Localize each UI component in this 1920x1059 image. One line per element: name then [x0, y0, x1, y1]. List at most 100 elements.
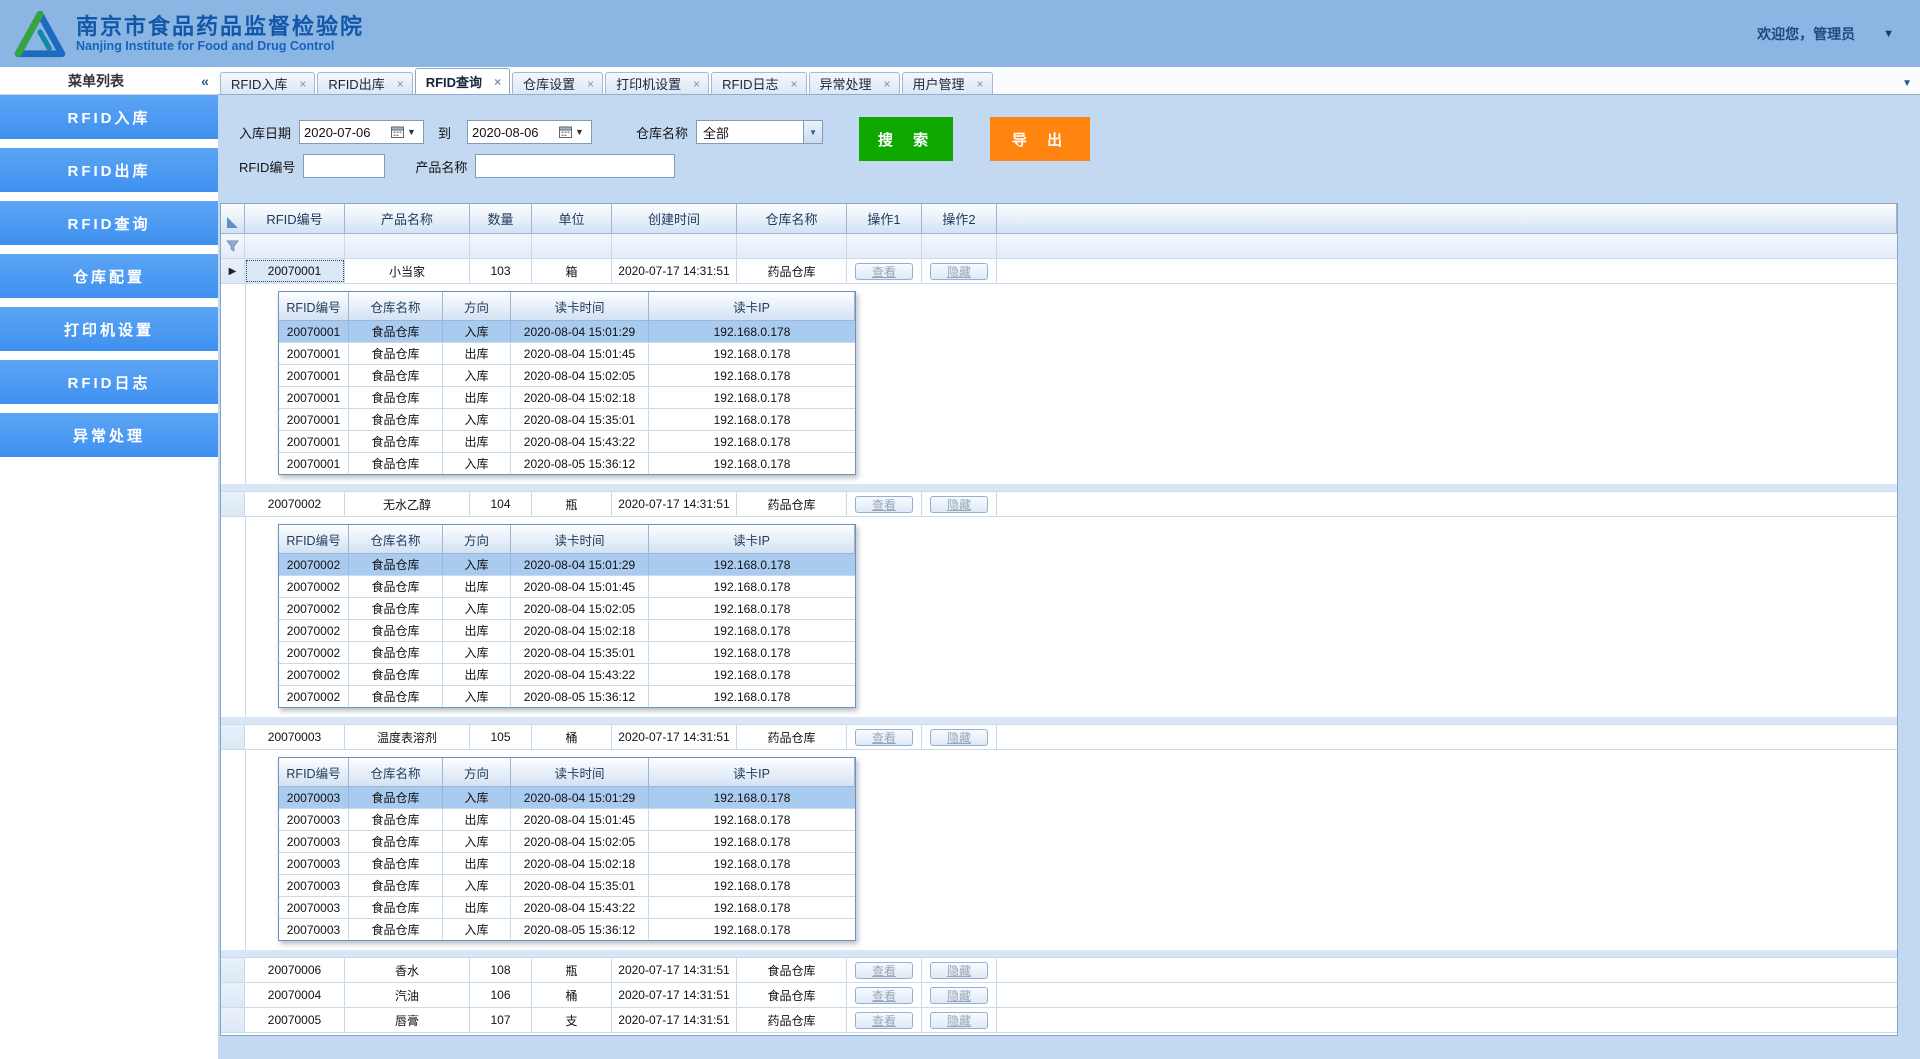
detail-row[interactable]: 20070003食品仓库出库2020-08-04 15:43:22192.168…: [279, 897, 855, 919]
sidebar-item-rfid-out[interactable]: RFID出库: [0, 148, 218, 192]
detail-row[interactable]: 20070001食品仓库入库2020-08-04 15:01:29192.168…: [279, 321, 855, 343]
detail-row[interactable]: 20070001食品仓库出库2020-08-04 15:43:22192.168…: [279, 431, 855, 453]
tab-close-icon[interactable]: ×: [790, 77, 797, 91]
tab-close-icon[interactable]: ×: [977, 77, 984, 91]
tab-close-icon[interactable]: ×: [494, 75, 501, 89]
filter-cell-3[interactable]: [470, 234, 532, 258]
sidebar-item-rfid-query[interactable]: RFID查询: [0, 201, 218, 245]
tab-rfid-log[interactable]: RFID日志×: [711, 72, 806, 94]
tab-user-management[interactable]: 用户管理×: [902, 72, 993, 94]
sidebar-item-warehouse-config[interactable]: 仓库配置: [0, 254, 218, 298]
detail-header-cell-4[interactable]: 读卡时间: [511, 758, 649, 786]
tab-warehouse-settings[interactable]: 仓库设置×: [512, 72, 603, 94]
detail-header-cell-5[interactable]: 读卡IP: [649, 292, 855, 320]
filter-row-icon-cell[interactable]: [221, 234, 245, 258]
detail-header-cell-4[interactable]: 读卡时间: [511, 525, 649, 553]
detail-header-cell-2[interactable]: 仓库名称: [349, 525, 443, 553]
sidebar-item-rfid-log[interactable]: RFID日志: [0, 360, 218, 404]
export-button[interactable]: 导 出: [990, 117, 1090, 161]
user-menu-caret-icon[interactable]: ▼: [1883, 28, 1894, 40]
tab-rfid-query[interactable]: RFID查询×: [415, 68, 510, 94]
grid-header-cell-2[interactable]: 产品名称: [345, 204, 470, 233]
detail-header-cell-5[interactable]: 读卡IP: [649, 758, 855, 786]
date-to-picker[interactable]: ▼: [467, 120, 592, 144]
detail-header-cell-1[interactable]: RFID编号: [279, 525, 349, 553]
detail-row[interactable]: 20070003食品仓库出库2020-08-04 15:02:18192.168…: [279, 853, 855, 875]
filter-cell-8[interactable]: [922, 234, 997, 258]
grid-header-cell-7[interactable]: 操作1: [847, 204, 922, 233]
detail-row[interactable]: 20070002食品仓库出库2020-08-04 15:02:18192.168…: [279, 620, 855, 642]
sidebar-item-exception[interactable]: 异常处理: [0, 413, 218, 457]
select-all-corner-cell[interactable]: [221, 204, 245, 233]
view-button[interactable]: 查看: [855, 263, 913, 280]
rfid-input[interactable]: [303, 154, 385, 178]
detail-row[interactable]: 20070003食品仓库入库2020-08-04 15:01:29192.168…: [279, 787, 855, 809]
grid-header-cell-4[interactable]: 单位: [532, 204, 612, 233]
date-from-input[interactable]: [302, 124, 388, 141]
row-expander[interactable]: ▶: [221, 259, 245, 283]
view-button[interactable]: 查看: [855, 962, 913, 979]
detail-header-cell-2[interactable]: 仓库名称: [349, 758, 443, 786]
detail-row[interactable]: 20070002食品仓库入库2020-08-04 15:01:29192.168…: [279, 554, 855, 576]
view-button[interactable]: 查看: [855, 987, 913, 1004]
detail-row[interactable]: 20070003食品仓库入库2020-08-04 15:02:05192.168…: [279, 831, 855, 853]
row-expander[interactable]: [221, 492, 245, 516]
tab-printer-settings[interactable]: 打印机设置×: [605, 72, 709, 94]
row-expander[interactable]: [221, 725, 245, 749]
grid-header-cell-3[interactable]: 数量: [470, 204, 532, 233]
tab-close-icon[interactable]: ×: [397, 77, 404, 91]
detail-row[interactable]: 20070003食品仓库入库2020-08-04 15:35:01192.168…: [279, 875, 855, 897]
hide-button[interactable]: 隐藏: [930, 729, 988, 746]
filter-cell-1[interactable]: [245, 234, 345, 258]
detail-row[interactable]: 20070003食品仓库入库2020-08-05 15:36:12192.168…: [279, 919, 855, 940]
filter-cell-5[interactable]: [612, 234, 737, 258]
detail-header-cell-1[interactable]: RFID编号: [279, 758, 349, 786]
grid-header-cell-1[interactable]: RFID编号: [245, 204, 345, 233]
detail-header-cell-4[interactable]: 读卡时间: [511, 292, 649, 320]
product-input[interactable]: [475, 154, 675, 178]
filter-cell-4[interactable]: [532, 234, 612, 258]
tab-rfid-in[interactable]: RFID入库×: [220, 72, 315, 94]
detail-row[interactable]: 20070002食品仓库出库2020-08-04 15:43:22192.168…: [279, 664, 855, 686]
detail-header-cell-2[interactable]: 仓库名称: [349, 292, 443, 320]
warehouse-select-caret-icon[interactable]: ▼: [803, 121, 822, 143]
tab-overflow-button[interactable]: ▼: [1902, 78, 1912, 89]
tab-exception[interactable]: 异常处理×: [809, 72, 900, 94]
tab-rfid-out[interactable]: RFID出库×: [317, 72, 412, 94]
tab-close-icon[interactable]: ×: [884, 77, 891, 91]
sidebar-collapse-icon[interactable]: «: [192, 73, 218, 89]
tab-close-icon[interactable]: ×: [693, 77, 700, 91]
detail-row[interactable]: 20070002食品仓库入库2020-08-04 15:02:05192.168…: [279, 598, 855, 620]
detail-row[interactable]: 20070001食品仓库出库2020-08-04 15:02:18192.168…: [279, 387, 855, 409]
hide-button[interactable]: 隐藏: [930, 496, 988, 513]
hide-button[interactable]: 隐藏: [930, 1012, 988, 1029]
detail-row[interactable]: 20070002食品仓库入库2020-08-05 15:36:12192.168…: [279, 686, 855, 707]
detail-header-cell-3[interactable]: 方向: [443, 292, 511, 320]
row-expander[interactable]: [221, 1008, 245, 1032]
filter-cell-2[interactable]: [345, 234, 470, 258]
date-from-caret-icon[interactable]: ▼: [407, 127, 416, 137]
filter-cell-6[interactable]: [737, 234, 847, 258]
view-button[interactable]: 查看: [855, 496, 913, 513]
hide-button[interactable]: 隐藏: [930, 962, 988, 979]
tab-close-icon[interactable]: ×: [587, 77, 594, 91]
warehouse-select[interactable]: 全部 ▼: [696, 120, 823, 144]
sidebar-item-printer-settings[interactable]: 打印机设置: [0, 307, 218, 351]
detail-header-cell-5[interactable]: 读卡IP: [649, 525, 855, 553]
sidebar-item-rfid-in[interactable]: RFID入库: [0, 95, 218, 139]
grid-header-cell-8[interactable]: 操作2: [922, 204, 997, 233]
date-to-caret-icon[interactable]: ▼: [575, 127, 584, 137]
detail-header-cell-3[interactable]: 方向: [443, 525, 511, 553]
detail-row[interactable]: 20070002食品仓库出库2020-08-04 15:01:45192.168…: [279, 576, 855, 598]
view-button[interactable]: 查看: [855, 729, 913, 746]
detail-header-cell-1[interactable]: RFID编号: [279, 292, 349, 320]
detail-row[interactable]: 20070001食品仓库入库2020-08-04 15:02:05192.168…: [279, 365, 855, 387]
calendar-icon[interactable]: [391, 126, 404, 138]
date-to-input[interactable]: [470, 124, 556, 141]
tab-close-icon[interactable]: ×: [299, 77, 306, 91]
row-expander[interactable]: [221, 958, 245, 982]
hide-button[interactable]: 隐藏: [930, 987, 988, 1004]
grid-header-cell-6[interactable]: 仓库名称: [737, 204, 847, 233]
detail-row[interactable]: 20070001食品仓库入库2020-08-04 15:35:01192.168…: [279, 409, 855, 431]
search-button[interactable]: 搜 索: [859, 117, 953, 161]
